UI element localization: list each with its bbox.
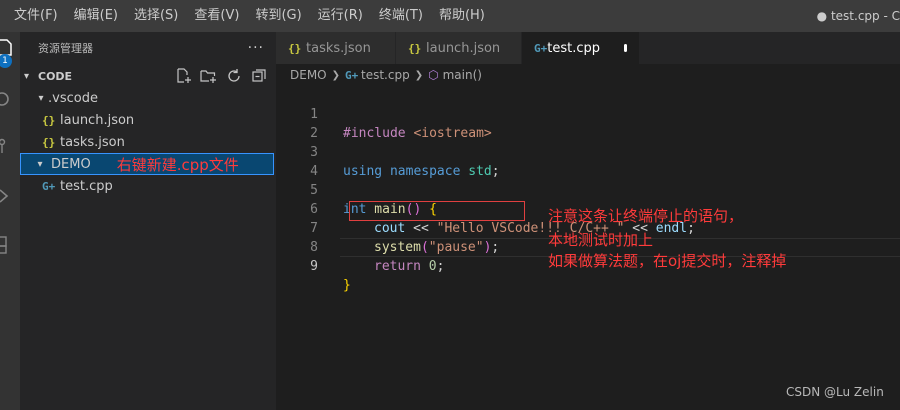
search-icon[interactable] [0, 90, 20, 110]
json-file-icon: {} [42, 135, 56, 149]
folder-vscode-label: .vscode [48, 90, 98, 106]
workspace-name: CODE [38, 69, 73, 83]
chevron-right-icon: ❯ [331, 69, 341, 81]
token: return [374, 259, 421, 274]
refresh-icon[interactable] [225, 67, 243, 85]
editor-tabs: {} tasks.json {} launch.json G+ test.cpp [276, 32, 900, 64]
chevron-down-icon: ▾ [37, 158, 43, 170]
annotation-note: 如果做算法题，在oj提交时，注释掉 [548, 252, 787, 270]
chevron-down-icon: ▾ [38, 92, 44, 104]
explorer-title: 资源管理器 [38, 42, 93, 55]
menu-run[interactable]: 运行(R) [310, 0, 371, 32]
token: } [343, 278, 351, 293]
breadcrumb: DEMO ❯ G+ test.cpp ❯ ⬡ main() [276, 64, 900, 86]
section-actions [175, 67, 268, 85]
code-line: 2 [276, 105, 900, 141]
menu-help[interactable]: 帮助(H) [431, 0, 493, 32]
source-control-icon[interactable] [0, 138, 20, 158]
menu-terminal[interactable]: 终端(T) [371, 0, 431, 32]
workspace-section-header[interactable]: ▾ CODE [20, 65, 276, 87]
code-line: 5 int main() { [276, 162, 900, 217]
extensions-icon[interactable] [0, 234, 20, 254]
code-line: 4 [276, 143, 900, 179]
file-tasks-json[interactable]: {} tasks.json [20, 131, 276, 153]
file-label: launch.json [60, 112, 135, 128]
menu-bar: 文件(F) 编辑(E) 选择(S) 查看(V) 转到(G) 运行(R) 终端(T… [0, 0, 493, 32]
token: 0 [420, 259, 437, 274]
chevron-down-icon: ▾ [24, 70, 30, 82]
line-number: 9 [310, 259, 318, 274]
json-file-icon: {} [288, 41, 302, 55]
breadcrumb-folder[interactable]: DEMO [290, 68, 327, 82]
breadcrumb-file[interactable]: test.cpp [361, 68, 410, 82]
collapse-all-icon[interactable] [250, 67, 268, 85]
tab-label: launch.json [426, 40, 501, 56]
menu-view[interactable]: 查看(V) [186, 0, 247, 32]
activity-bar: 1 [0, 32, 20, 410]
folder-demo[interactable]: ▾ DEMO 右键新建.cpp文件 [20, 153, 274, 175]
cpp-file-icon: G+ [534, 41, 548, 55]
cpp-file-icon: G+ [345, 68, 359, 82]
chevron-right-icon: ❯ [414, 69, 424, 81]
cube-symbol-icon: ⬡ [428, 68, 439, 82]
file-test-cpp[interactable]: G+ test.cpp [20, 175, 276, 197]
folder-demo-label: DEMO [51, 156, 91, 172]
menu-edit[interactable]: 编辑(E) [66, 0, 126, 32]
run-debug-icon[interactable] [0, 186, 20, 206]
file-label: test.cpp [60, 178, 113, 194]
explorer-header: 资源管理器 ··· [20, 32, 276, 64]
window-title: ● test.cpp - C [816, 9, 900, 23]
title-bar: 文件(F) 编辑(E) 选择(S) 查看(V) 转到(G) 运行(R) 终端(T… [0, 0, 900, 32]
code-line: 1 #include <iostream> [276, 86, 900, 141]
json-file-icon: {} [42, 113, 56, 127]
explorer-sidebar: 资源管理器 ··· ▾ CODE ▾ .vscode {} launch.jso… [20, 32, 276, 410]
annotation-box [349, 201, 525, 221]
tab-test-cpp[interactable]: G+ test.cpp [522, 32, 640, 64]
menu-file[interactable]: 文件(F) [6, 0, 66, 32]
breadcrumb-symbol[interactable]: main() [443, 68, 482, 82]
tab-tasks-json[interactable]: {} tasks.json [276, 32, 396, 64]
menu-selection[interactable]: 选择(S) [126, 0, 186, 32]
folder-vscode[interactable]: ▾ .vscode [20, 87, 276, 109]
tab-launch-json[interactable]: {} launch.json [396, 32, 522, 64]
more-actions-icon[interactable]: ··· [248, 40, 264, 56]
code-line: 6 cout << "Hello VSCode!!! C/C++ " << en… [276, 181, 900, 236]
code-line: 3 using namespace std; [276, 124, 900, 179]
unsaved-dot-icon[interactable] [624, 44, 627, 52]
demo-annotation: 右键新建.cpp文件 [116, 155, 239, 174]
tab-label: test.cpp [547, 40, 600, 56]
new-folder-icon[interactable] [200, 67, 218, 85]
new-file-icon[interactable] [175, 67, 193, 85]
watermark: CSDN @Lu Zelin [786, 385, 884, 399]
token: ; [436, 259, 445, 274]
explorer-badge: 1 [0, 54, 12, 68]
json-file-icon: {} [408, 41, 422, 55]
annotation-note: 注意这条让终端停止的语句， [548, 207, 744, 225]
file-label: tasks.json [60, 134, 125, 150]
cpp-file-icon: G+ [42, 179, 56, 193]
annotation-note: 本地测试时加上 [548, 231, 654, 249]
tab-label: tasks.json [306, 40, 371, 56]
menu-go[interactable]: 转到(G) [247, 0, 309, 32]
file-launch-json[interactable]: {} launch.json [20, 109, 276, 131]
